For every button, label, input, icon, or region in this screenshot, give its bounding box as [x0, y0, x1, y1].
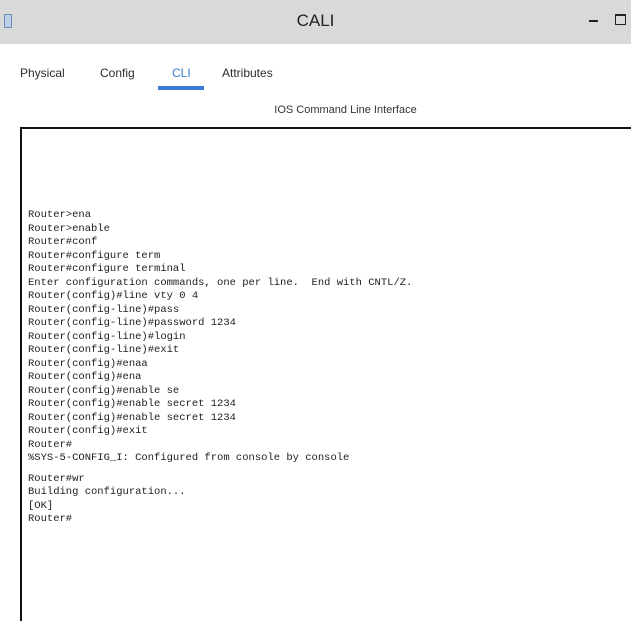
console-line: Router#	[28, 513, 73, 525]
console-line: Router(config)#ena	[28, 371, 142, 383]
console-line: Router(config)#enable secret 1234	[28, 411, 236, 424]
console-line: Router>enable	[28, 222, 110, 235]
console-line: Router#configure term	[28, 249, 161, 262]
console-line: Router#conf	[28, 236, 98, 248]
tab-physical[interactable]: Physical	[20, 66, 65, 80]
console-line: Router(config-line)#exit	[28, 344, 180, 356]
console-line: Router(config)#enable secret 1234	[28, 398, 236, 410]
tab-attributes[interactable]: Attributes	[222, 66, 273, 80]
cli-window: CALI Physical Config CLI Attributes IOS …	[0, 0, 631, 621]
console-line: Router#wr	[28, 472, 85, 485]
console-line: Router#configure terminal	[28, 263, 186, 275]
console-line: Router(config-line)#pass	[28, 303, 180, 316]
console-line: Router(config)#exit	[28, 425, 148, 437]
title-bar: CALI	[0, 0, 631, 44]
console-line: Router(config-line)#password 1234	[28, 317, 236, 329]
minimize-icon[interactable]	[586, 12, 602, 28]
console-line: %SYS-5-CONFIG_I: Configured from console…	[28, 452, 350, 464]
tab-config[interactable]: Config	[100, 66, 135, 80]
console-frame[interactable]: Router>ena Router>enable Router#conf Router…	[20, 127, 631, 621]
console-line: Router(config)#line vty 0 4	[28, 290, 199, 302]
console-line: Building configuration...	[28, 486, 186, 498]
console-line: Router>ena	[28, 209, 92, 221]
tab-bar: Physical Config CLI Attributes	[0, 44, 631, 92]
console-line: Router(config)#enable se	[28, 384, 180, 397]
maximize-icon[interactable]	[613, 11, 627, 25]
console-line: [OK]	[28, 499, 54, 512]
console-line: Router#	[28, 438, 73, 451]
console-line: Router(config)#enaa	[28, 357, 148, 370]
console-line: Enter configuration commands, one per li…	[28, 276, 413, 289]
active-tab-indicator	[158, 86, 204, 90]
tab-cli[interactable]: CLI	[172, 66, 191, 80]
console-output[interactable]: Router>ena Router>enable Router#conf Router…	[28, 209, 412, 527]
console-line: Router(config-line)#login	[28, 330, 186, 343]
window-title: CALI	[296, 11, 335, 30]
panel-heading: IOS Command Line Interface	[274, 104, 417, 116]
